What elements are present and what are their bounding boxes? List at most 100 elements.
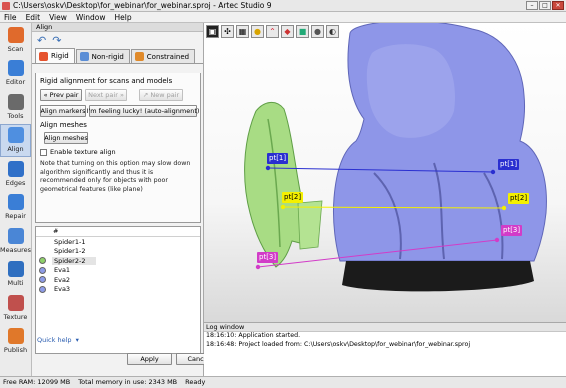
- toolbar-editor[interactable]: Editor: [0, 57, 31, 91]
- maximize-button[interactable]: □: [539, 1, 551, 10]
- toolbar-scan[interactable]: Scan: [0, 23, 31, 57]
- prev-pair-label: Prev pair: [49, 91, 79, 99]
- pt2-right-dot: [501, 205, 507, 211]
- list-item-name: Eva2: [54, 275, 71, 284]
- pt1-right-label: pt[1]: [498, 159, 520, 170]
- undo-icon[interactable]: ↶: [37, 34, 46, 47]
- log-line: 18:16:48: Project loaded from: C:\Users\…: [206, 340, 471, 348]
- pt2-left-label: pt[2]: [282, 192, 304, 203]
- main-toolbar: Scan Editor Tools Align Edges Repair Measures M…: [0, 23, 32, 376]
- menu-help[interactable]: Help: [114, 13, 131, 22]
- align-meshes-section: Align meshes: [40, 121, 87, 129]
- publish-icon: [7, 328, 24, 345]
- tab-rigid[interactable]: Rigid: [35, 48, 75, 63]
- list-item[interactable]: Spider1-1: [36, 237, 200, 247]
- bust-face-shadow: [366, 44, 456, 138]
- prev-pair-button[interactable]: « Prev pair: [40, 89, 82, 101]
- list-header-hash: #: [53, 227, 59, 235]
- align-icon: [7, 127, 24, 144]
- list-item[interactable]: Eva2: [36, 275, 200, 285]
- 3d-viewport[interactable]: ▣ ✣ ▦ ● ⌃ ◆ ■ ● ◐ pt[1] pt[1] pt[2] pt[2…: [204, 23, 566, 322]
- enable-texture-align-checkbox[interactable]: Enable texture align: [40, 148, 196, 156]
- tab-non-rigid[interactable]: Non-rigid: [75, 49, 130, 63]
- new-pair-label: New pair: [150, 91, 180, 99]
- tab-constrained[interactable]: Constrained: [130, 49, 196, 63]
- title-bar: C:\Users\oskv\Desktop\for_webinar\for_we…: [0, 0, 566, 12]
- enable-texture-label: Enable texture align: [50, 148, 116, 156]
- pt2-right-label: pt[2]: [508, 193, 530, 204]
- menu-window[interactable]: Window: [76, 13, 106, 22]
- log-line: 18:16:10: Application started.: [206, 332, 301, 339]
- tab-constrained-label: Constrained: [146, 52, 190, 61]
- list-item[interactable]: Eva3: [36, 285, 200, 295]
- pt1-right-dot: [490, 169, 496, 175]
- list-item-name: Spider1-1: [54, 237, 86, 246]
- pt1-left-label: pt[1]: [267, 153, 289, 164]
- list-item[interactable]: Spider1-2: [36, 247, 200, 257]
- rigid-tab-body: Rigid alignment for scans and models « P…: [35, 73, 201, 223]
- list-item-name: Spider2-2: [52, 256, 96, 265]
- toolbar-texture[interactable]: Texture: [0, 291, 31, 325]
- texture-icon: [7, 294, 24, 311]
- toolbar-measures[interactable]: Measures: [0, 224, 31, 258]
- visibility-dot-icon[interactable]: [39, 257, 46, 265]
- repair-icon: [7, 194, 24, 211]
- checkbox-box[interactable]: [40, 148, 47, 156]
- quick-help-link[interactable]: Quick help ▾: [37, 336, 79, 344]
- toolbar-label: Editor: [5, 78, 26, 87]
- visibility-dot-icon[interactable]: [39, 285, 46, 293]
- list-item-name: Eva3: [54, 285, 71, 294]
- new-pair-button[interactable]: ↗ New pair: [139, 89, 183, 101]
- toolbar-label: Measures: [0, 245, 32, 254]
- texture-note: Note that turning on this option may slo…: [40, 160, 191, 193]
- toolbar-multi[interactable]: Multi: [0, 258, 31, 292]
- multi-icon: [7, 261, 24, 278]
- align-markers-button[interactable]: Align markers: [40, 105, 86, 117]
- list-header: #: [36, 227, 200, 237]
- window-title: C:\Users\oskv\Desktop\for_webinar\for_we…: [13, 1, 272, 10]
- redo-icon[interactable]: ↷: [52, 34, 61, 47]
- menu-bar: File Edit View Window Help: [0, 12, 566, 23]
- toolbar-edges[interactable]: Edges: [0, 157, 31, 191]
- total-memory: Total memory in use: 2343 MB: [78, 378, 178, 386]
- apply-button[interactable]: Apply: [127, 353, 172, 365]
- status-state: Ready: [185, 378, 206, 386]
- visibility-dot-icon[interactable]: [39, 266, 46, 274]
- toolbar-tools[interactable]: Tools: [0, 90, 31, 124]
- toolbar-label: Repair: [5, 212, 26, 221]
- toolbar-repair[interactable]: Repair: [0, 191, 31, 225]
- menu-edit[interactable]: Edit: [26, 13, 41, 22]
- list-item-name: Spider1-2: [54, 247, 86, 256]
- pt3-right-dot: [494, 237, 500, 243]
- toolbar-label: Publish: [3, 346, 28, 355]
- log-window: Log window 18:16:10: Application started…: [204, 322, 566, 376]
- pt1-left-dot: [265, 165, 271, 171]
- menu-file[interactable]: File: [4, 13, 17, 22]
- list-item[interactable]: Spider2-2: [36, 256, 200, 266]
- toolbar-label: Align: [7, 145, 24, 154]
- empty-slot[interactable]: [39, 238, 46, 245]
- measures-icon: [7, 227, 24, 244]
- scan-icon: [7, 26, 24, 43]
- empty-slot[interactable]: [39, 248, 46, 255]
- tools-icon: [7, 93, 24, 110]
- auto-align-button[interactable]: I'm feeling lucky! (auto-alignment): [87, 105, 199, 117]
- toolbar-align[interactable]: Align: [0, 123, 31, 157]
- log-title: Log window: [204, 323, 566, 332]
- menu-view[interactable]: View: [49, 13, 67, 22]
- align-meshes-button[interactable]: Align meshes: [44, 132, 88, 144]
- toolbar-publish[interactable]: Publish: [0, 325, 31, 359]
- next-pair-label: Next pair: [88, 91, 118, 99]
- panel-title: Align: [32, 23, 203, 32]
- next-pair-button[interactable]: Next pair »: [85, 89, 127, 101]
- toolbar-label: Scan: [7, 44, 24, 53]
- toolbar-label: Texture: [3, 312, 28, 321]
- list-item[interactable]: Eva1: [36, 266, 200, 276]
- toolbar-label: Tools: [7, 111, 24, 120]
- next-icon: »: [117, 91, 124, 99]
- visibility-dot-icon[interactable]: [39, 276, 46, 284]
- minimize-button[interactable]: –: [526, 1, 538, 10]
- align-tabs: Rigid Non-rigid Constrained: [32, 48, 203, 64]
- close-button[interactable]: ✕: [552, 1, 564, 10]
- green-model-panel: [297, 200, 323, 250]
